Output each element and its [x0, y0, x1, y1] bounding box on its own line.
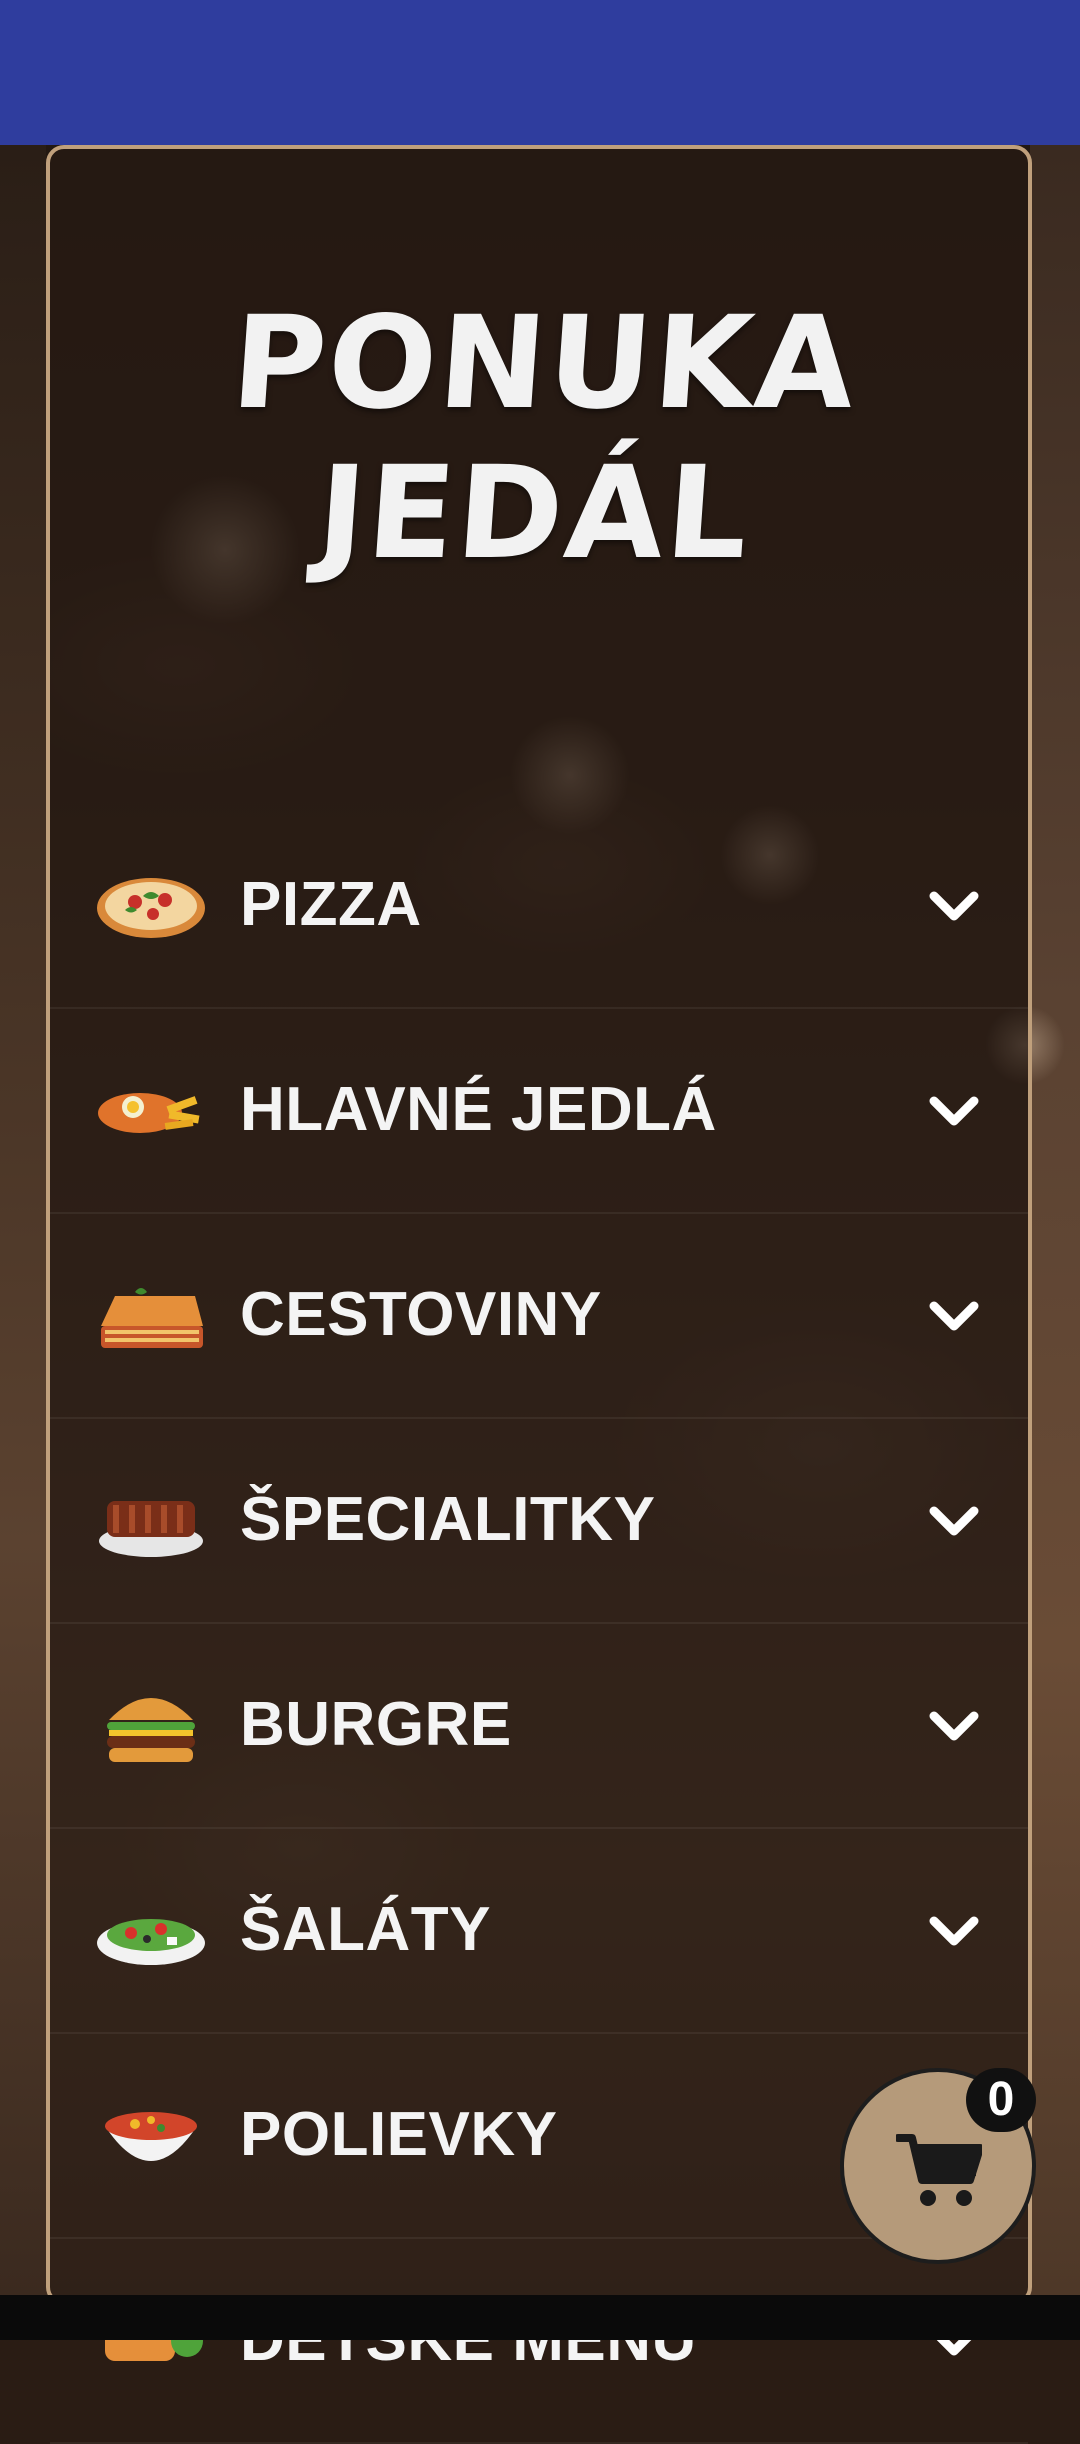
chevron-down-icon[interactable] — [924, 1696, 984, 1756]
category-item-specialties[interactable]: ŠPECIALITKY — [50, 1419, 1028, 1624]
title-line-2: JEDÁL — [312, 439, 755, 588]
lasagna-icon — [101, 1288, 203, 1348]
category-label: ŠPECIALITKY — [240, 1485, 656, 1554]
soup-icon — [105, 2112, 197, 2161]
salad-icon — [97, 1919, 205, 1965]
category-item-pasta[interactable]: CESTOVINY — [50, 1214, 1028, 1419]
chevron-down-icon[interactable] — [924, 1491, 984, 1551]
burger-icon — [107, 1698, 195, 1762]
category-item-pizza[interactable]: PIZZA — [50, 804, 1028, 1009]
cart-button[interactable]: 0 — [840, 2068, 1036, 2264]
main-dish-icon — [98, 1093, 200, 1133]
category-label: ŠALÁTY — [240, 1895, 491, 1964]
category-item-burgers[interactable]: BURGRE — [50, 1624, 1028, 1829]
chevron-down-icon[interactable] — [924, 1901, 984, 1961]
title-line-1: PONUKA — [227, 289, 862, 438]
navigation-bar — [0, 2295, 1080, 2340]
background-wall-right — [1030, 145, 1080, 2295]
category-item-main-dishes[interactable]: HLAVNÉ JEDLÁ — [50, 1009, 1028, 1214]
background-wall-left — [0, 145, 46, 2295]
chevron-down-icon[interactable] — [924, 876, 984, 936]
category-label: POLIEVKY — [240, 2100, 558, 2169]
chevron-down-icon[interactable] — [924, 1286, 984, 1346]
page-title: PONUKA JEDÁL — [40, 289, 1039, 589]
cart-icon — [896, 2134, 982, 2206]
category-item-kids-menu[interactable]: DETSKÉ MENU — [50, 2239, 1028, 2444]
category-label: BURGRE — [240, 1690, 512, 1759]
ribs-icon — [99, 1501, 203, 1557]
category-label: PIZZA — [240, 870, 422, 939]
category-item-salads[interactable]: ŠALÁTY — [50, 1829, 1028, 2034]
category-label: CESTOVINY — [240, 1280, 602, 1349]
cart-count-badge: 0 — [966, 2068, 1036, 2132]
status-bar — [0, 0, 1080, 145]
chevron-down-icon[interactable] — [924, 1081, 984, 1141]
pizza-icon — [97, 878, 205, 938]
menu-panel: PONUKA JEDÁL PIZZA HLAVNÉ JEDLÁ CESTOVIN… — [46, 145, 1032, 2444]
category-label: HLAVNÉ JEDLÁ — [240, 1075, 717, 1144]
